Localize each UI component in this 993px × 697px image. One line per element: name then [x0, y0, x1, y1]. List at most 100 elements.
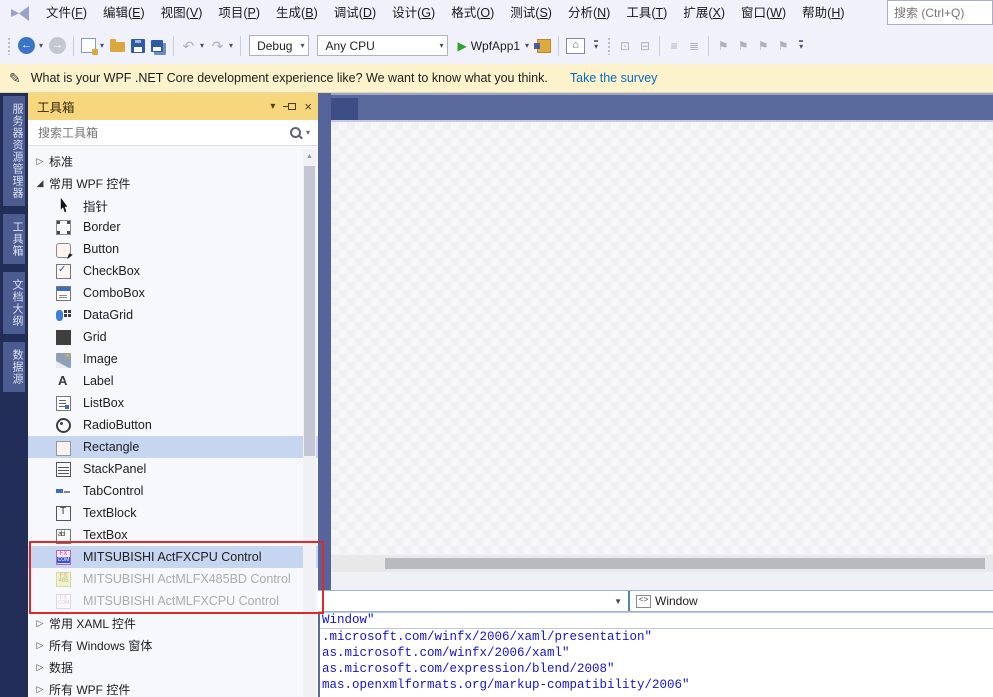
- scrollbar-thumb[interactable]: [304, 166, 315, 456]
- toolbox-item-ComboBox[interactable]: ComboBox: [28, 282, 318, 304]
- triangle-collapsed-icon[interactable]: ▷: [34, 662, 46, 673]
- take-survey-link[interactable]: Take the survey: [570, 71, 658, 85]
- toolbox-group-标准[interactable]: ▷标准: [28, 150, 318, 172]
- toolbox-item-CheckBox[interactable]: CheckBox: [28, 260, 318, 282]
- attach-process-icon[interactable]: [537, 39, 551, 53]
- scrollbar-thumb[interactable]: [385, 558, 985, 569]
- tool-window-tab-数据源[interactable]: 数据源: [3, 342, 25, 392]
- xaml-code-editor[interactable]: Window".microsoft.com/winfx/2006/xaml/pr…: [318, 612, 993, 697]
- menu-item-N[interactable]: 分析(N): [560, 0, 618, 27]
- toolbox-search-input[interactable]: [36, 125, 290, 141]
- decrease-indent-icon[interactable]: ≡: [667, 38, 681, 54]
- toolbox-item-Border[interactable]: Border: [28, 216, 318, 238]
- toolbox-item-Label[interactable]: Label: [28, 370, 318, 392]
- toolbar-grip[interactable]: [607, 37, 612, 55]
- toolbox-item-MITSUBISHI ActMLFXCPU Control[interactable]: MITSUBISHI ActMLFXCPU Control: [28, 590, 318, 612]
- tool-window-tab-服务器资源管理器[interactable]: 服务器资源管理器: [3, 96, 25, 206]
- bookmark-prev-icon[interactable]: ⚑: [736, 38, 750, 54]
- tool-window-tab-工具箱[interactable]: 工具箱: [3, 214, 25, 264]
- toolbox-vertical-scrollbar[interactable]: ▲: [303, 150, 316, 697]
- menu-item-D[interactable]: 调试(D): [326, 0, 384, 27]
- save-all-icon[interactable]: [151, 40, 163, 52]
- toolbox-item-Rectangle[interactable]: Rectangle: [28, 436, 318, 458]
- toolbox-item-ListBox[interactable]: ListBox: [28, 392, 318, 414]
- uncomment-icon[interactable]: ⊟: [638, 38, 652, 54]
- menu-item-G[interactable]: 设计(G): [384, 0, 443, 27]
- toolbox-group-所有 Windows 窗体[interactable]: ▷所有 Windows 窗体: [28, 634, 318, 656]
- new-project-icon[interactable]: [81, 38, 96, 53]
- undo-icon[interactable]: ↶: [181, 38, 196, 54]
- toolbox-item-RadioButton[interactable]: RadioButton: [28, 414, 318, 436]
- panel-divider[interactable]: [318, 93, 331, 590]
- toolbox-item-TextBox[interactable]: TextBox: [28, 524, 318, 546]
- toolbox-item-StackPanel[interactable]: StackPanel: [28, 458, 318, 480]
- toolbox-header[interactable]: 工具箱 ▾ ×: [28, 93, 318, 120]
- nav-forward-icon[interactable]: →: [49, 37, 66, 54]
- toolbox-item-DataGrid[interactable]: DataGrid: [28, 304, 318, 326]
- toolbox-group-常用 XAML 控件[interactable]: ▷常用 XAML 控件: [28, 612, 318, 634]
- chevron-down-icon[interactable]: ▾: [200, 41, 204, 50]
- menu-item-B[interactable]: 生成(B): [268, 0, 326, 27]
- menu-item-S[interactable]: 测试(S): [502, 0, 560, 27]
- toolbox-item-Button[interactable]: Button: [28, 238, 318, 260]
- bookmark-next-icon[interactable]: ⚑: [756, 38, 770, 54]
- toolbox-item-MITSUBISHI ActMLFX485BD Control[interactable]: MITSUBISHI ActMLFX485BD Control: [28, 568, 318, 590]
- menu-item-H[interactable]: 帮助(H): [794, 0, 852, 27]
- redo-icon[interactable]: ↷: [210, 38, 225, 54]
- document-tab[interactable]: [331, 98, 358, 122]
- menu-item-T[interactable]: 工具(T): [618, 0, 675, 27]
- increase-indent-icon[interactable]: ≣: [687, 38, 701, 54]
- bookmark-icon[interactable]: ⚑: [716, 38, 730, 54]
- xaml-code-line[interactable]: mas.openxmlformats.org/markup-compatibil…: [320, 677, 993, 693]
- menu-item-E[interactable]: 编辑(E): [95, 0, 153, 27]
- designer-horizontal-scrollbar[interactable]: [331, 555, 993, 572]
- toolbox-item-Grid[interactable]: Grid: [28, 326, 318, 348]
- scroll-up-arrow-icon[interactable]: ▲: [303, 150, 316, 164]
- toolbox-group-数据[interactable]: ▷数据: [28, 656, 318, 678]
- triangle-collapsed-icon[interactable]: ▷: [34, 156, 46, 167]
- toolbox-item-TextBlock[interactable]: TextBlock: [28, 502, 318, 524]
- nav-back-icon[interactable]: ←: [18, 37, 35, 54]
- chevron-down-icon[interactable]: ▾: [229, 41, 233, 50]
- menu-item-P[interactable]: 项目(P): [210, 0, 268, 27]
- start-debug-button[interactable]: ▶WpfApp1▾: [457, 39, 529, 53]
- comment-icon[interactable]: ⊡: [618, 38, 632, 54]
- triangle-collapsed-icon[interactable]: ▷: [34, 684, 46, 695]
- toolbox-item-Image[interactable]: Image: [28, 348, 318, 370]
- xaml-code-line[interactable]: Window": [320, 612, 993, 629]
- triangle-expanded-icon[interactable]: ◢: [34, 178, 46, 189]
- xaml-code-line[interactable]: as.microsoft.com/expression/blend/2008": [320, 661, 993, 677]
- toolbox-item-指针[interactable]: 指针: [28, 194, 318, 216]
- solution-platform-combo[interactable]: Any CPU▾: [317, 35, 448, 56]
- solution-config-combo[interactable]: Debug▾: [249, 35, 309, 56]
- menu-item-W[interactable]: 窗口(W): [733, 0, 794, 27]
- menu-item-F[interactable]: 文件(F): [38, 0, 95, 27]
- toolbar-overflow-icon[interactable]: ▾: [799, 40, 803, 51]
- toolbar-grip[interactable]: [7, 37, 12, 55]
- type-dropdown[interactable]: ▼: [318, 591, 628, 611]
- chevron-down-icon[interactable]: ▾: [39, 41, 43, 50]
- xaml-code-line[interactable]: as.microsoft.com/winfx/2006/xaml": [320, 645, 993, 661]
- design-canvas[interactable]: [331, 122, 993, 555]
- xaml-code-line[interactable]: .microsoft.com/winfx/2006/xaml/presentat…: [320, 629, 993, 645]
- quick-search-input[interactable]: [887, 0, 993, 25]
- auto-hide-pin-icon[interactable]: [283, 101, 296, 112]
- open-file-icon[interactable]: [110, 42, 125, 52]
- triangle-collapsed-icon[interactable]: ▷: [34, 618, 46, 629]
- toolbar-overflow-icon[interactable]: ▾: [594, 40, 598, 51]
- toolbox-item-MITSUBISHI ActFXCPU Control[interactable]: MITSUBISHI ActFXCPU Control: [28, 546, 318, 568]
- triangle-collapsed-icon[interactable]: ▷: [34, 640, 46, 651]
- toolbox-group-常用 WPF 控件[interactable]: ◢常用 WPF 控件: [28, 172, 318, 194]
- element-dropdown[interactable]: Window: [655, 594, 698, 608]
- search-icon[interactable]: [290, 127, 301, 138]
- close-icon[interactable]: ×: [304, 100, 312, 113]
- menu-item-X[interactable]: 扩展(X): [675, 0, 733, 27]
- menu-item-V[interactable]: 视图(V): [153, 0, 211, 27]
- bookmark-clear-icon[interactable]: ⚑: [776, 38, 790, 54]
- chevron-down-icon[interactable]: ▾: [100, 41, 104, 50]
- chevron-down-icon[interactable]: ▾: [306, 128, 310, 137]
- tool-window-tab-文档大纲[interactable]: 文档大纲: [3, 272, 25, 334]
- save-icon[interactable]: [131, 39, 145, 53]
- toolbox-item-TabControl[interactable]: TabControl: [28, 480, 318, 502]
- live-visual-tree-icon[interactable]: ⌂: [566, 38, 585, 54]
